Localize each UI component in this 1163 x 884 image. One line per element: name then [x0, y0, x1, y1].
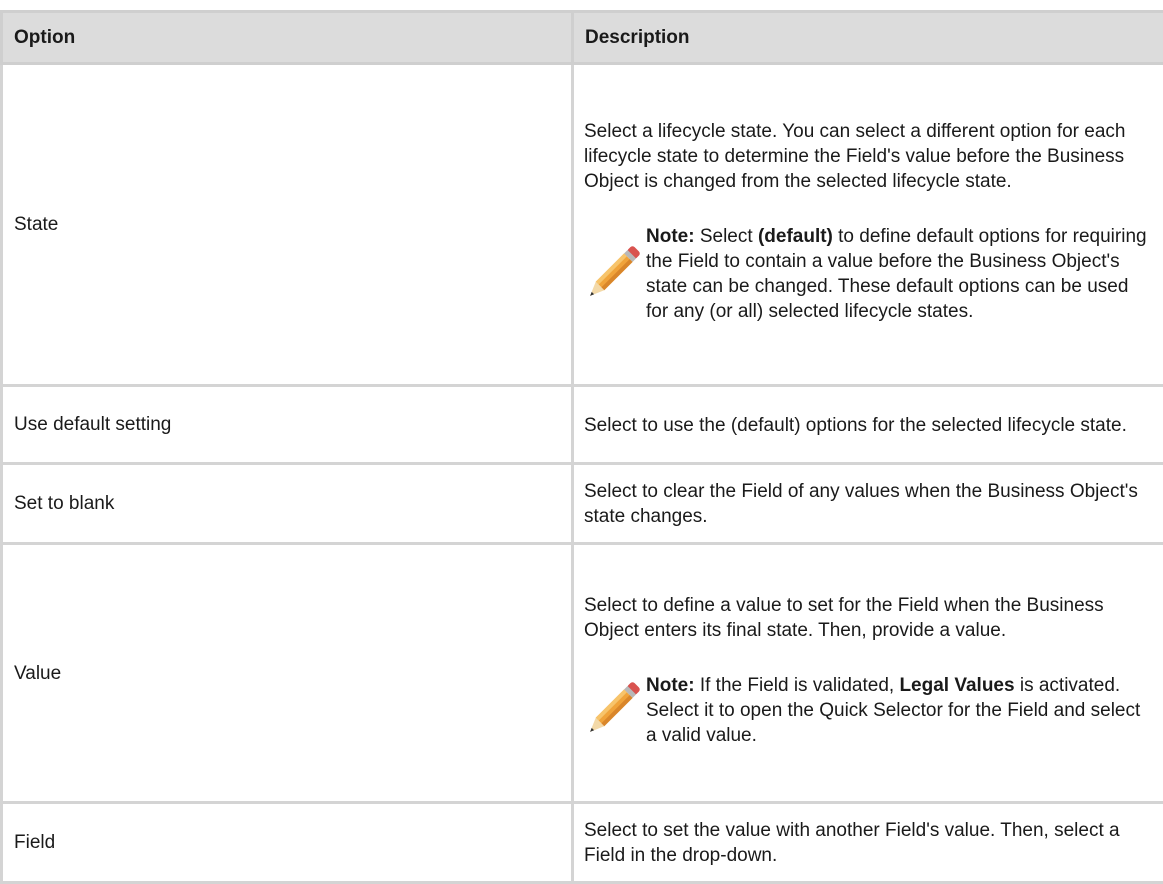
note-text: Note: Select (default) to define default…	[646, 224, 1148, 324]
table-row: Use default setting Select to use the (d…	[2, 386, 1163, 464]
note-bold-term: (default)	[758, 226, 833, 247]
note-block: Note: Select (default) to define default…	[584, 224, 1148, 324]
column-header-option: Option	[2, 12, 573, 64]
description-text: Select a lifecycle state. You can select…	[584, 119, 1148, 194]
table-row: Set to blank Select to clear the Field o…	[2, 464, 1163, 544]
note-block: Note: If the Field is validated, Legal V…	[584, 673, 1148, 748]
description-cell: Select to define a value to set for the …	[573, 544, 1163, 803]
note-text: Note: If the Field is validated, Legal V…	[646, 673, 1148, 748]
description-cell: Select to clear the Field of any values …	[573, 464, 1163, 544]
option-cell: State	[2, 64, 573, 386]
note-label: Note:	[646, 675, 695, 696]
column-header-description: Description	[573, 12, 1163, 64]
pencil-icon	[582, 241, 642, 307]
table-row: Value Select to define a value to set fo…	[2, 544, 1163, 803]
table-row: State Select a lifecycle state. You can …	[2, 64, 1163, 386]
note-bold-term: Legal Values	[899, 675, 1014, 696]
table-header-row: Option Description	[2, 12, 1163, 64]
description-text: Select to define a value to set for the …	[584, 593, 1148, 643]
table-row: Field Select to set the value with anoth…	[2, 803, 1163, 883]
option-cell: Value	[2, 544, 573, 803]
option-cell: Use default setting	[2, 386, 573, 464]
pencil-icon	[582, 677, 642, 743]
option-cell: Set to blank	[2, 464, 573, 544]
note-text-part: Select	[695, 226, 758, 247]
options-table: Option Description State Select a lifecy…	[0, 10, 1163, 884]
option-cell: Field	[2, 803, 573, 883]
description-cell: Select to use the (default) options for …	[573, 386, 1163, 464]
description-cell: Select a lifecycle state. You can select…	[573, 64, 1163, 386]
note-label: Note:	[646, 226, 695, 247]
description-cell: Select to set the value with another Fie…	[573, 803, 1163, 883]
note-text-part: If the Field is validated,	[695, 675, 900, 696]
